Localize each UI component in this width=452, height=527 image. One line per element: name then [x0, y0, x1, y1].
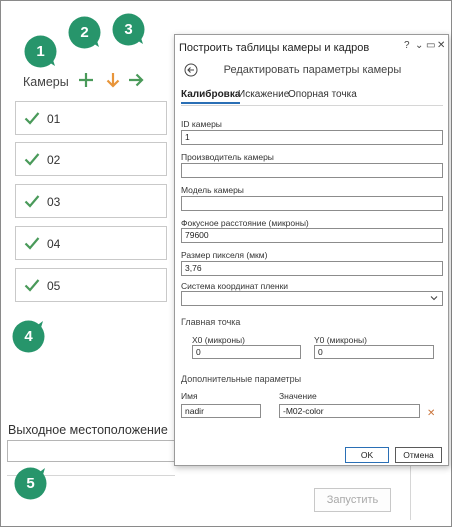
arrow-down-icon[interactable] — [104, 71, 122, 89]
ok-button[interactable]: OK — [345, 447, 389, 463]
camera-item-01[interactable]: 01 — [15, 101, 167, 135]
x0-label: X0 (микроны) — [192, 335, 245, 345]
callout-number: 4 — [24, 328, 33, 345]
param-name-input[interactable]: nadir — [181, 404, 261, 418]
value-column-header: Значение — [279, 391, 317, 401]
manufacturer-label: Производитель камеры — [181, 152, 274, 162]
film-coord-system-label: Система координат пленки — [181, 281, 289, 291]
dialog-title: Построить таблицы камеры и кадров — [179, 42, 370, 54]
camera-item-02[interactable]: 02 — [15, 142, 167, 176]
tab-calibration[interactable]: Калибровка — [181, 89, 241, 104]
param-value-input[interactable]: -M02-color — [279, 404, 420, 418]
camera-item-04[interactable]: 04 — [15, 226, 167, 260]
cancel-button[interactable]: Отмена — [395, 447, 442, 463]
output-location-label: Выходное местоположение — [8, 423, 168, 437]
camera-id-label: ID камеры — [181, 119, 222, 129]
checkmark-icon — [24, 112, 40, 125]
focal-length-label: Фокусное расстояние (микроны) — [181, 218, 309, 228]
camera-label: 02 — [47, 153, 61, 167]
chevron-down-icon — [430, 296, 438, 301]
principal-point-heading: Главная точка — [181, 317, 241, 327]
callout-number: 3 — [124, 21, 133, 38]
focal-length-input[interactable]: 79600 — [181, 228, 443, 243]
camera-label: 03 — [47, 195, 61, 209]
x0-input[interactable]: 0 — [192, 345, 301, 359]
run-button[interactable]: Запустить — [314, 488, 391, 512]
cameras-label: Камеры — [23, 75, 69, 89]
callout-number: 2 — [80, 24, 89, 41]
callout-3: 3 — [111, 12, 146, 47]
tab-divider — [181, 105, 443, 106]
app-window: Камеры 01 02 03 04 05 Выходное местополо… — [0, 0, 452, 527]
camera-label: 05 — [47, 279, 61, 293]
checkmark-icon — [24, 195, 40, 208]
dialog-subtitle: Редактировать параметры камеры — [223, 64, 402, 76]
camera-id-input[interactable]: 1 — [181, 130, 443, 145]
callout-1: 1 — [23, 34, 58, 69]
divider — [410, 465, 411, 520]
camera-item-03[interactable]: 03 — [15, 184, 167, 218]
callout-number: 1 — [36, 43, 45, 60]
manufacturer-input[interactable] — [181, 163, 443, 178]
camera-label: 01 — [47, 112, 61, 126]
y0-label: Y0 (микроны) — [314, 335, 367, 345]
remove-row-icon[interactable]: ✕ — [427, 408, 435, 419]
y0-input[interactable]: 0 — [314, 345, 434, 359]
additional-params-heading: Дополнительные параметры — [181, 374, 302, 384]
checkmark-icon — [24, 237, 40, 250]
camera-label: 04 — [47, 237, 61, 251]
plus-icon[interactable] — [77, 71, 95, 89]
menu-icon[interactable]: ⌄ — [415, 40, 423, 51]
arrow-right-icon[interactable] — [127, 71, 145, 89]
name-column-header: Имя — [181, 391, 198, 401]
callout-4: 4 — [11, 319, 46, 354]
camera-frames-dialog: Построить таблицы камеры и кадров ? ⌄ ▭ … — [174, 34, 449, 466]
film-coord-system-select[interactable] — [181, 291, 443, 306]
callout-number: 5 — [26, 475, 35, 492]
callout-2: 2 — [67, 15, 102, 50]
checkmark-icon — [24, 153, 40, 166]
camera-item-05[interactable]: 05 — [15, 268, 167, 302]
output-location-input[interactable] — [7, 440, 175, 462]
close-icon[interactable]: ✕ — [437, 40, 445, 51]
checkmark-icon — [24, 279, 40, 292]
model-input[interactable] — [181, 196, 443, 211]
help-icon[interactable]: ? — [404, 40, 410, 51]
model-label: Модель камеры — [181, 185, 244, 195]
pixel-size-input[interactable]: 3,76 — [181, 261, 443, 276]
tab-distortion[interactable]: Искажение — [238, 89, 289, 100]
restore-icon[interactable]: ▭ — [426, 40, 435, 51]
pixel-size-label: Размер пикселя (мкм) — [181, 250, 268, 260]
tab-reference-point[interactable]: Опорная точка — [288, 89, 357, 100]
callout-5: 5 — [13, 466, 48, 501]
